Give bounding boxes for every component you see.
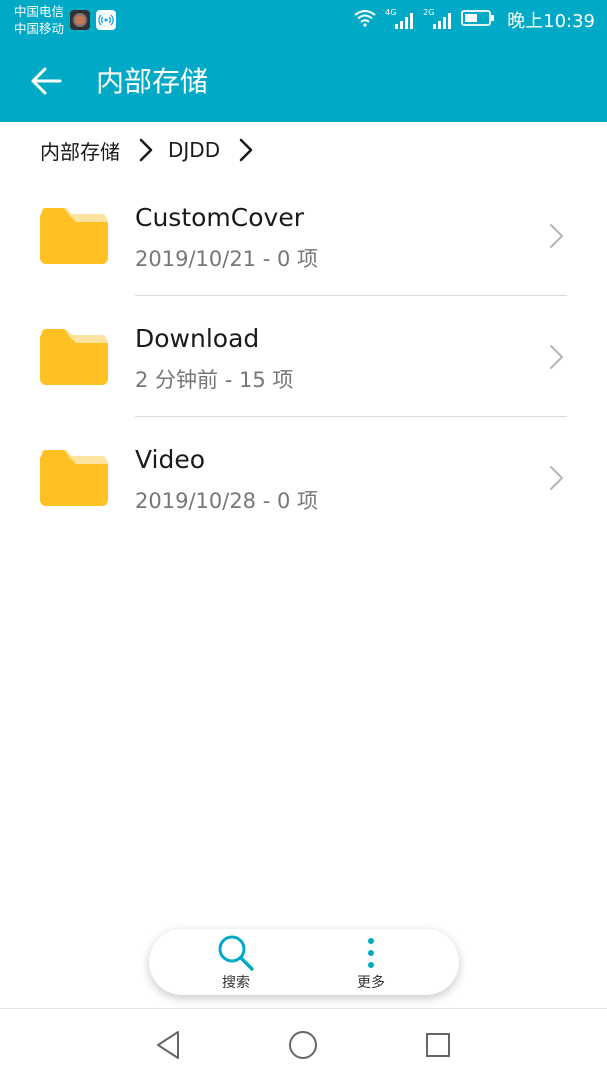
hotspot-notification-icon [96, 10, 116, 30]
search-icon [218, 935, 254, 971]
status-icons: 4G 2G 晚上10:39 [353, 8, 595, 32]
page-title: 内部存储 [96, 65, 209, 98]
folder-meta: 2019/10/28 - 0 项 [135, 489, 319, 513]
folder-list: CustomCover 2019/10/21 - 0 项 Download 2 … [0, 175, 607, 538]
back-button[interactable] [22, 58, 70, 104]
bottom-action-bar: 搜索 更多 [149, 929, 459, 995]
arrow-left-icon [31, 67, 62, 95]
breadcrumb-item-djdd[interactable]: DJDD [168, 138, 220, 162]
nav-home-button[interactable] [285, 1027, 321, 1063]
folder-name: Download [135, 324, 260, 353]
search-button[interactable]: 搜索 [186, 929, 286, 995]
chevron-right-icon [232, 136, 260, 164]
folder-meta: 2019/10/21 - 0 项 [135, 247, 319, 271]
chevron-right-icon [550, 345, 563, 369]
folder-icon [40, 329, 108, 385]
triangle-back-icon [157, 1031, 179, 1059]
wifi-icon [353, 9, 377, 31]
chevron-right-icon [132, 136, 160, 164]
circle-home-icon [289, 1031, 317, 1059]
music-app-notification-icon [70, 10, 90, 30]
breadcrumb-item-internal-storage[interactable]: 内部存储 [40, 136, 120, 165]
battery-icon [461, 9, 495, 31]
nav-recents-button[interactable] [420, 1027, 456, 1063]
carrier-1-label: 中国电信 [14, 4, 65, 19]
app-bar: 内部存储 [0, 40, 607, 122]
folder-meta: 2 分钟前 - 15 项 [135, 368, 294, 392]
system-nav-bar [0, 1008, 607, 1081]
more-vertical-icon [368, 938, 374, 968]
more-button[interactable]: 更多 [321, 929, 421, 995]
more-label: 更多 [357, 975, 385, 991]
list-item-folder-download[interactable]: Download 2 分钟前 - 15 项 [0, 296, 607, 417]
list-item-folder-customcover[interactable]: CustomCover 2019/10/21 - 0 项 [0, 175, 607, 296]
nav-back-button[interactable] [150, 1027, 186, 1063]
square-recents-icon [426, 1033, 450, 1057]
folder-icon [40, 208, 108, 264]
carrier-2-label: 中国移动 [14, 21, 65, 36]
breadcrumb: 内部存储 DJDD [40, 132, 268, 168]
folder-name: CustomCover [135, 203, 304, 232]
search-label: 搜索 [222, 975, 250, 991]
signal-4g-icon: 4G [385, 8, 415, 30]
signal-2g-icon: 2G [423, 8, 453, 30]
chevron-right-icon [550, 224, 563, 248]
chevron-right-icon [550, 466, 563, 490]
status-bar: 中国电信 中国移动 4G 2G 晚上10:39 [0, 0, 607, 40]
carrier-info: 中国电信 中国移动 [14, 3, 64, 37]
clock: 晚上10:39 [507, 11, 595, 32]
folder-name: Video [135, 445, 206, 474]
folder-icon [40, 450, 108, 506]
list-item-folder-video[interactable]: Video 2019/10/28 - 0 项 [0, 417, 607, 538]
